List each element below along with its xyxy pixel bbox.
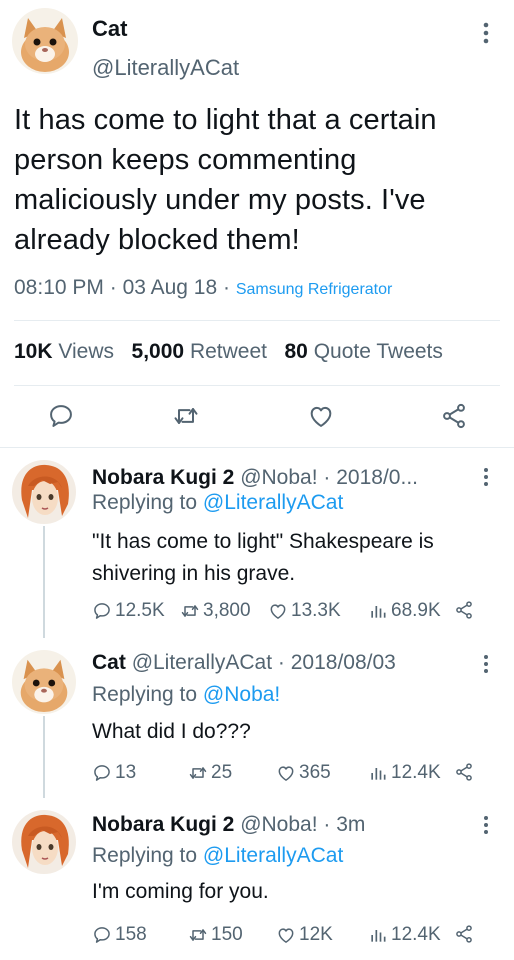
nobara-avatar[interactable] [12,810,76,874]
views-count: 12.4K [391,762,441,783]
divider [0,447,514,448]
reply-author-name[interactable]: Nobara Kugi 2 [92,813,234,836]
meta-separator: · [109,276,123,299]
views-count: 12.4K [391,924,441,945]
share-icon [456,763,472,781]
reply-text: What did I do??? [92,720,251,743]
mention-link[interactable]: @LiterallyACat [203,844,343,867]
retweet-icon[interactable] [172,402,200,430]
reply-time[interactable]: 2018/08/03 [291,651,396,674]
share-button[interactable] [454,924,474,944]
reply-author-handle[interactable]: @LiterallyACat [132,651,272,674]
like-icon[interactable] [307,402,335,430]
cat-avatar[interactable] [12,8,78,74]
meta-separator: · [277,651,285,674]
tweet-time: 08:10 PM [14,276,104,299]
views-button[interactable]: 12.4K [368,762,441,784]
views-icon [371,606,386,618]
reply-author-handle[interactable]: @Noba! [240,466,317,489]
divider [14,385,500,386]
thread-line [43,526,45,638]
replying-to: Replying to @LiterallyACat [92,491,344,514]
meta-separator: · [223,276,236,299]
tweet-text: It has come to light that a certain pers… [14,104,437,256]
reply-count: 158 [115,924,147,945]
retweet-icon [189,929,207,941]
quote-tweets-stat[interactable]: 80 Quote Tweets [285,340,443,363]
tweet-source-link[interactable]: Samsung Refrigerator [236,281,393,298]
retweet-count: 3,800 [203,600,251,621]
share-button[interactable] [454,600,474,620]
like-icon [270,604,286,619]
reply-text: "It has come to light" Shakespeare is sh… [92,530,434,585]
like-count: 365 [299,762,331,783]
views-count: 68.9K [391,600,441,621]
mention-link[interactable]: @LiterallyACat [203,491,343,514]
like-button[interactable]: 365 [276,762,331,784]
share-button[interactable] [454,762,474,782]
views-button[interactable]: 68.9K [368,600,441,622]
nobara-avatar[interactable] [12,460,76,524]
divider [14,320,500,321]
reply-button[interactable]: 158 [92,924,147,946]
replying-to: Replying to @Noba! [92,683,281,706]
mention-link[interactable]: @Noba! [203,683,280,706]
like-button[interactable]: 13.3K [268,600,341,622]
views-button[interactable]: 12.4K [368,924,441,946]
reply-icon [94,927,110,943]
reply-header: Nobara Kugi 2 @Noba! · 2018/0... [92,466,418,490]
share-icon[interactable] [440,402,468,430]
more-options-icon[interactable] [480,653,492,675]
reply-count: 13 [115,762,137,783]
retweet-button[interactable]: 25 [188,762,232,784]
more-options-icon[interactable] [478,20,494,46]
tweet-date: 03 Aug 18 [122,276,218,299]
retweet-button[interactable]: 3,800 [180,600,251,622]
reply-text: I'm coming for you. [92,880,269,903]
more-options-icon[interactable] [480,814,492,836]
retweet-count: 25 [211,762,233,783]
reply-header: Nobara Kugi 2 @Noba! · 3m [92,813,365,837]
reply-icon [94,603,110,619]
retweets-stat[interactable]: 5,000 Retweet [132,340,267,363]
share-icon [456,925,472,943]
author-handle[interactable]: @LiterallyACat [92,55,239,81]
like-count: 12K [299,924,333,945]
reply-time[interactable]: 2018/0... [336,466,418,489]
reply-author-handle[interactable]: @Noba! [240,813,317,836]
reply-author-name[interactable]: Nobara Kugi 2 [92,466,234,489]
like-count: 13.3K [291,600,341,621]
replying-to: Replying to @LiterallyACat [92,844,344,867]
like-icon [278,928,294,943]
tweet-meta: 08:10 PM · 03 Aug 18 · Samsung Refrigera… [14,276,392,300]
like-icon [278,766,294,781]
reply-button[interactable]: 12.5K [92,600,165,622]
tweet-actions [0,396,514,436]
author-name[interactable]: Cat [92,16,127,42]
views-icon [371,768,386,780]
reply-author-name[interactable]: Cat [92,651,126,674]
main-tweet: Cat @LiterallyACat It has come to light … [0,0,514,447]
tweet-stats: 10K Views 5,000 Retweet 80 Quote Tweets [14,340,443,364]
retweet-icon [181,605,199,617]
views-icon [371,930,386,942]
retweet-button[interactable]: 150 [188,924,243,946]
more-options-icon[interactable] [480,466,492,488]
views-stat[interactable]: 10K Views [14,340,114,363]
reply-icon [94,765,110,781]
retweet-icon [189,767,207,779]
meta-separator: · [323,813,331,836]
reply-icon[interactable] [47,402,75,430]
like-button[interactable]: 12K [276,924,333,946]
retweet-count: 150 [211,924,243,945]
cat-avatar[interactable] [12,650,76,714]
meta-separator: · [323,466,331,489]
reply-button[interactable]: 13 [92,762,136,784]
reply-time[interactable]: 3m [336,813,365,836]
share-icon [456,601,472,619]
reply-header: Cat @LiterallyACat · 2018/08/03 [92,651,396,675]
thread-line [43,716,45,798]
reply-count: 12.5K [115,600,165,621]
